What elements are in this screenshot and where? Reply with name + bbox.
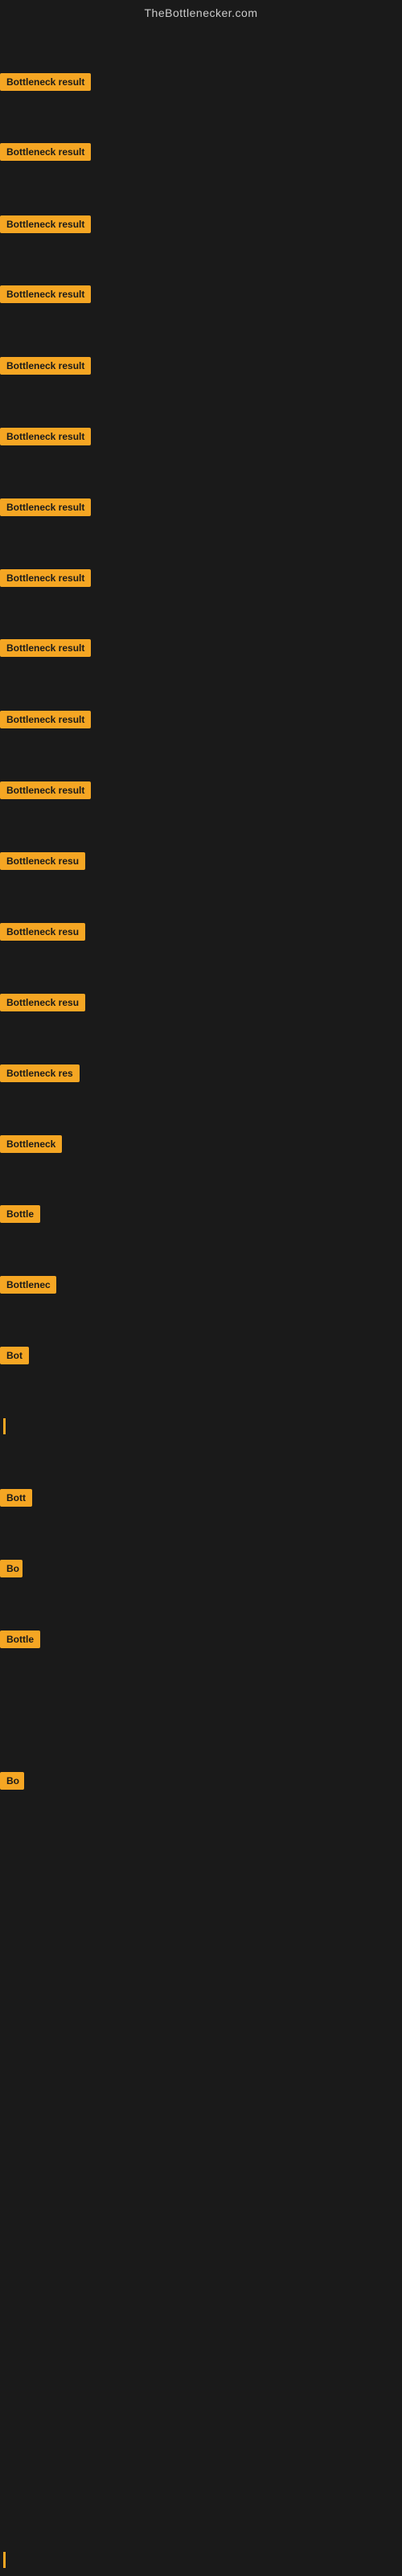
bottleneck-badge-13[interactable]: Bottleneck resu: [0, 994, 85, 1011]
bottleneck-badge-5[interactable]: Bottleneck result: [0, 428, 91, 445]
bottleneck-badge-14[interactable]: Bottleneck res: [0, 1064, 80, 1082]
result-row-4: Bottleneck result: [0, 357, 91, 379]
result-row-7: Bottleneck result: [0, 569, 91, 591]
result-row-3: Bottleneck result: [0, 285, 91, 307]
bottleneck-badge-9[interactable]: Bottleneck result: [0, 711, 91, 728]
result-row-6: Bottleneck result: [0, 498, 91, 520]
result-row-20: Bott: [0, 1489, 32, 1511]
result-row-9: Bottleneck result: [0, 711, 91, 732]
result-row-22: Bottle: [0, 1631, 40, 1652]
result-row-8: Bottleneck result: [0, 639, 91, 661]
bottleneck-badge-8[interactable]: Bottleneck result: [0, 639, 91, 657]
bottleneck-badge-24[interactable]: Bo: [0, 1772, 24, 1790]
result-row-0: Bottleneck result: [0, 73, 91, 95]
bottleneck-badge-17[interactable]: Bottlenec: [0, 1276, 56, 1294]
result-row-24: Bo: [0, 1772, 24, 1794]
bottleneck-badge-0[interactable]: Bottleneck result: [0, 73, 91, 91]
site-title: TheBottlenecker.com: [144, 0, 257, 26]
result-row-17: Bottlenec: [0, 1276, 56, 1298]
result-row-11: Bottleneck resu: [0, 852, 85, 874]
bottleneck-badge-18[interactable]: Bot: [0, 1347, 29, 1364]
bottleneck-badge-16[interactable]: Bottle: [0, 1205, 40, 1223]
bottleneck-badge-22[interactable]: Bottle: [0, 1631, 40, 1648]
bottleneck-badge-6[interactable]: Bottleneck result: [0, 498, 91, 516]
result-row-5: Bottleneck result: [0, 428, 91, 449]
result-row-18: Bot: [0, 1347, 29, 1368]
bottleneck-badge-20[interactable]: Bott: [0, 1489, 32, 1507]
bottleneck-badge-7[interactable]: Bottleneck result: [0, 569, 91, 587]
bottleneck-badge-10[interactable]: Bottleneck result: [0, 781, 91, 799]
line-accent-34: [3, 2552, 6, 2568]
bottleneck-badge-3[interactable]: Bottleneck result: [0, 285, 91, 303]
result-row-1: Bottleneck result: [0, 143, 91, 165]
result-row-15: Bottleneck: [0, 1135, 62, 1157]
bottleneck-badge-12[interactable]: Bottleneck resu: [0, 923, 85, 941]
bottleneck-badge-15[interactable]: Bottleneck: [0, 1135, 62, 1153]
bottleneck-badge-4[interactable]: Bottleneck result: [0, 357, 91, 375]
result-row-16: Bottle: [0, 1205, 40, 1227]
bottleneck-badge-21[interactable]: Bo: [0, 1560, 23, 1577]
bottleneck-badge-2[interactable]: Bottleneck result: [0, 215, 91, 233]
result-row-12: Bottleneck resu: [0, 923, 85, 945]
bottleneck-badge-1[interactable]: Bottleneck result: [0, 143, 91, 161]
result-row-10: Bottleneck result: [0, 781, 91, 803]
result-row-21: Bo: [0, 1560, 23, 1581]
result-row-13: Bottleneck resu: [0, 994, 85, 1015]
badges-container: Bottleneck result Bottleneck result Bottle…: [0, 27, 402, 2576]
result-row-14: Bottleneck res: [0, 1064, 80, 1086]
bottleneck-badge-11[interactable]: Bottleneck resu: [0, 852, 85, 870]
result-row-2: Bottleneck result: [0, 215, 91, 237]
site-title-container: TheBottlenecker.com: [0, 0, 402, 27]
line-accent-19: [3, 1418, 6, 1434]
